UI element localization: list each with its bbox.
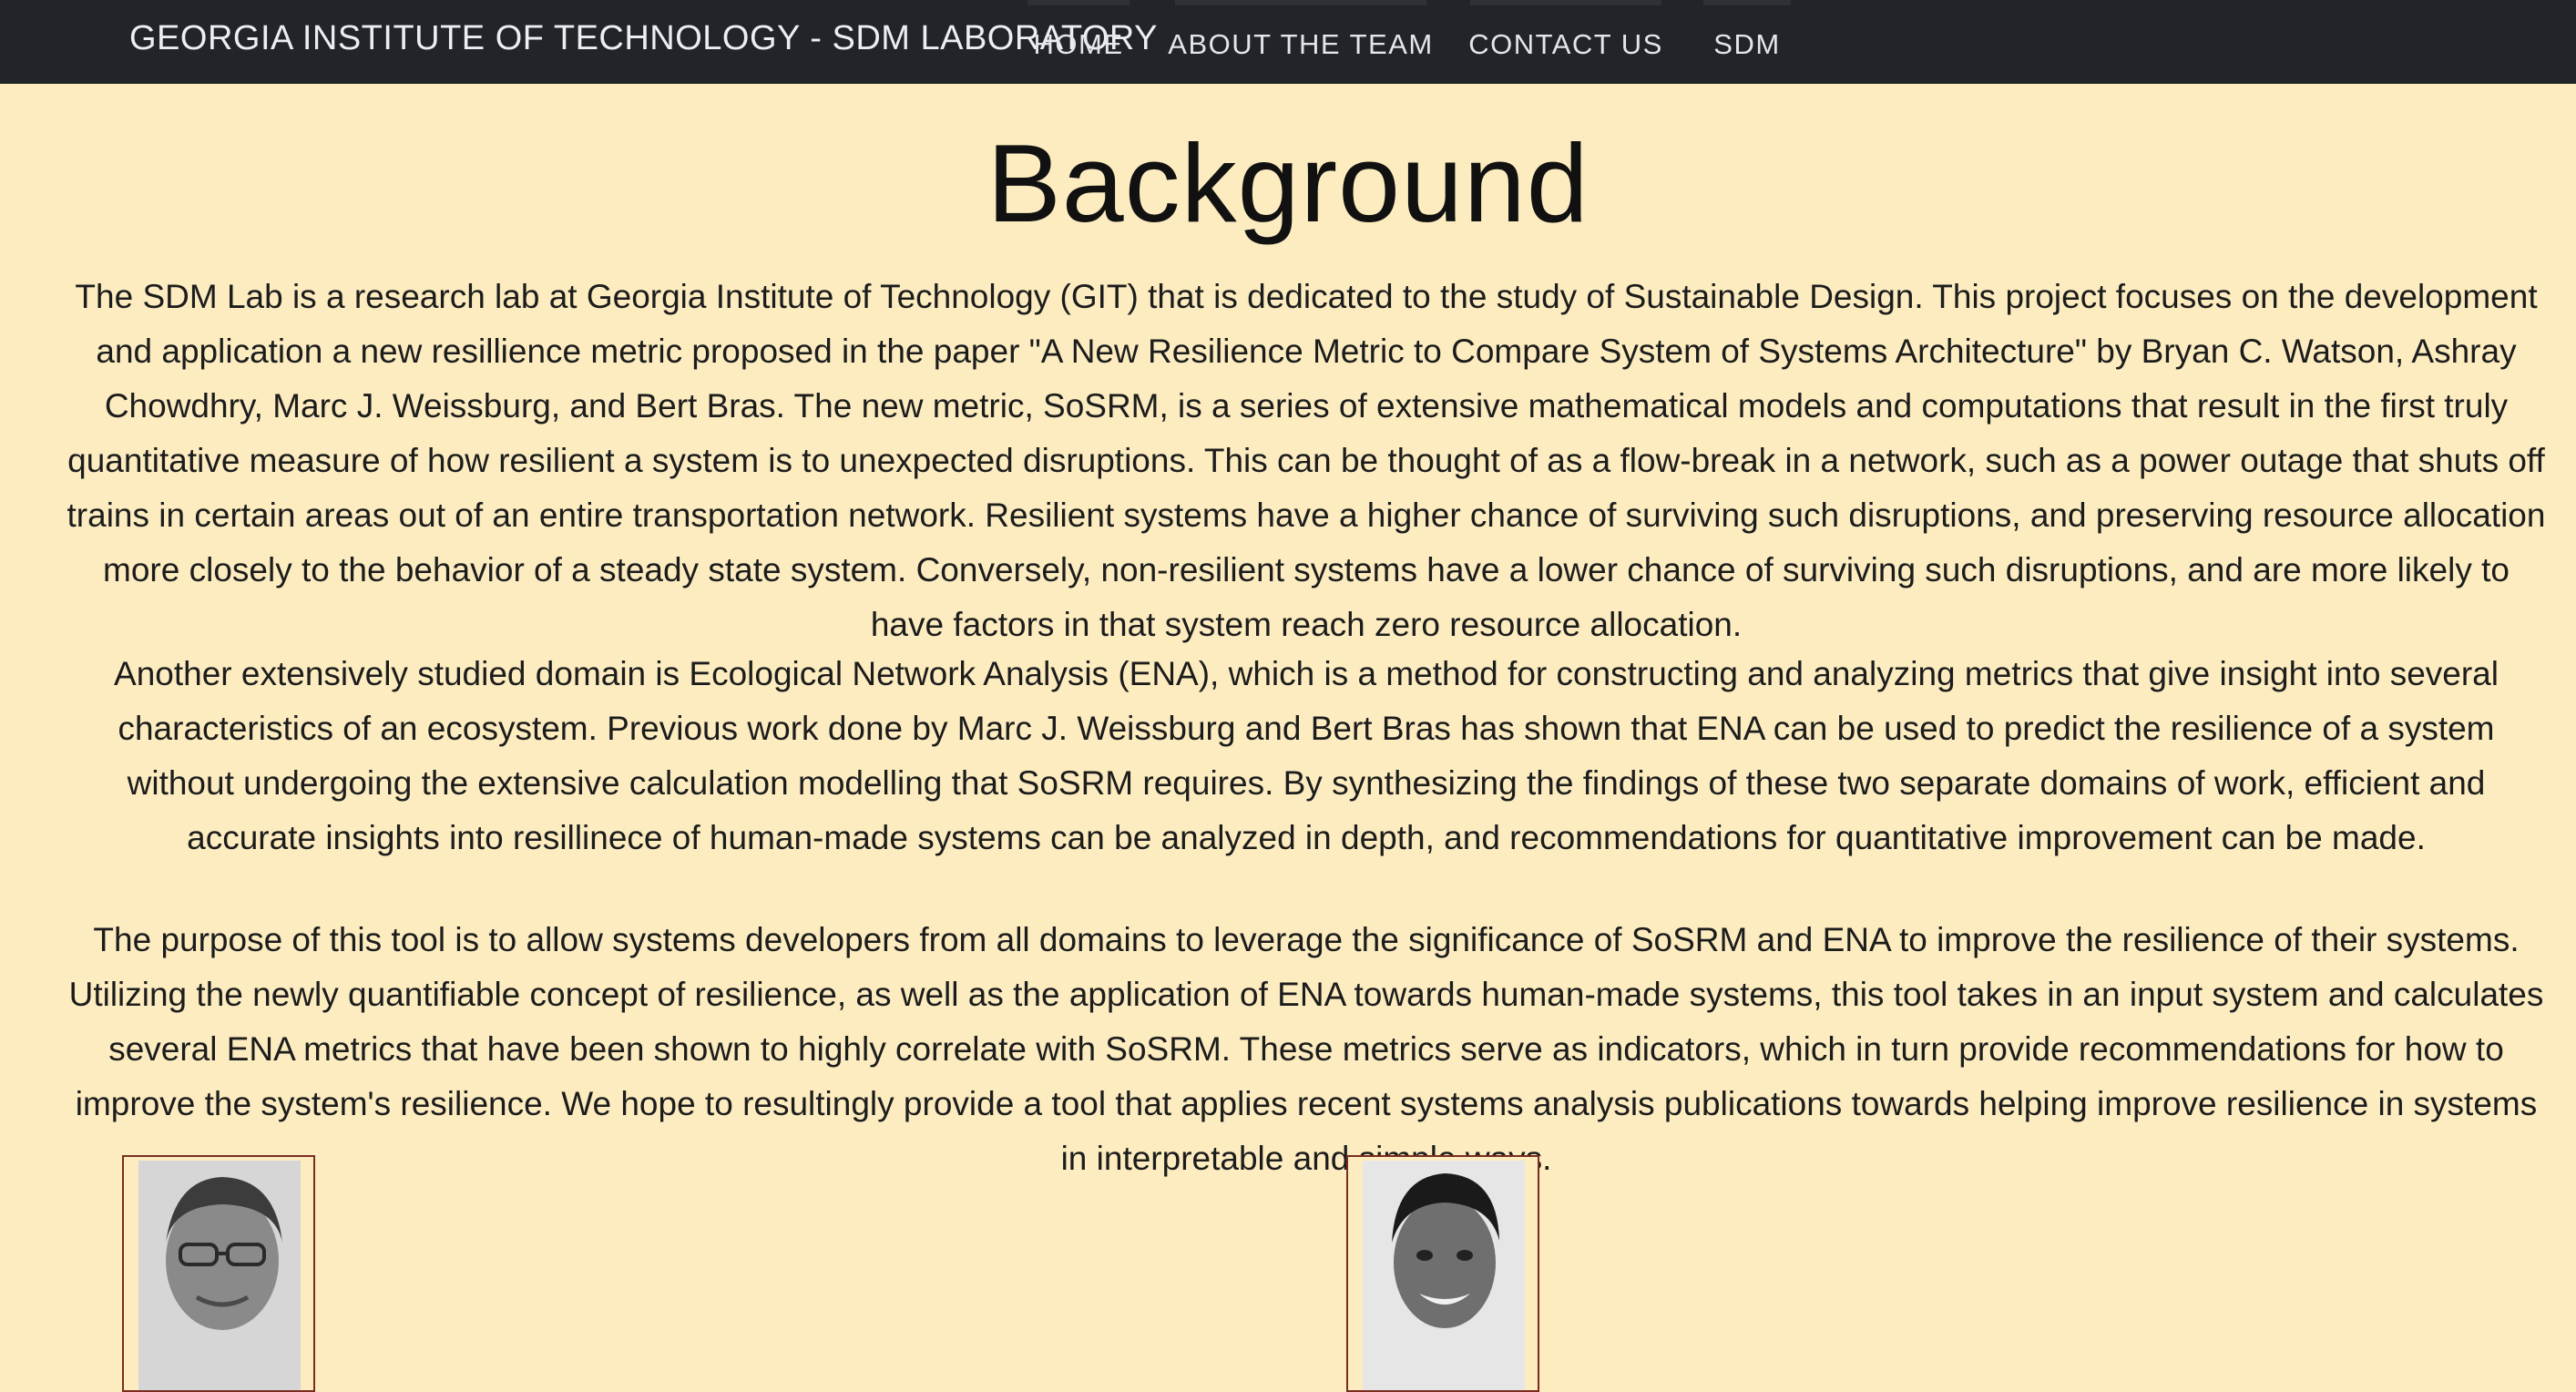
portrait-2-icon (1363, 1161, 1525, 1390)
portrait-image (1363, 1161, 1525, 1390)
top-navbar: GEORGIA INSTITUTE OF TECHNOLOGY - SDM LA… (0, 0, 2576, 84)
background-paragraph-1: The SDM Lab is a research lab at Georgia… (66, 278, 2546, 643)
nav-sdm[interactable]: SDM (1703, 0, 1791, 84)
background-paragraph-2: Another extensively studied domain is Ec… (114, 655, 2499, 856)
nav-home[interactable]: HOME (1027, 0, 1130, 84)
team-member-photo-2 (1346, 1155, 1539, 1392)
portrait-1-icon (138, 1161, 301, 1390)
page-title: Background (986, 121, 1590, 245)
nav-contact-us[interactable]: CONTACT US (1468, 0, 1661, 84)
portrait-image (138, 1161, 301, 1390)
nav-about-the-team[interactable]: ABOUT THE TEAM (1168, 0, 1432, 84)
background-paragraph-3: The purpose of this tool is to allow sys… (68, 921, 2544, 1177)
site-brand-link[interactable]: GEORGIA INSTITUTE OF TECHNOLOGY - SDM LA… (129, 15, 1158, 62)
team-member-photo-1 (122, 1155, 315, 1392)
